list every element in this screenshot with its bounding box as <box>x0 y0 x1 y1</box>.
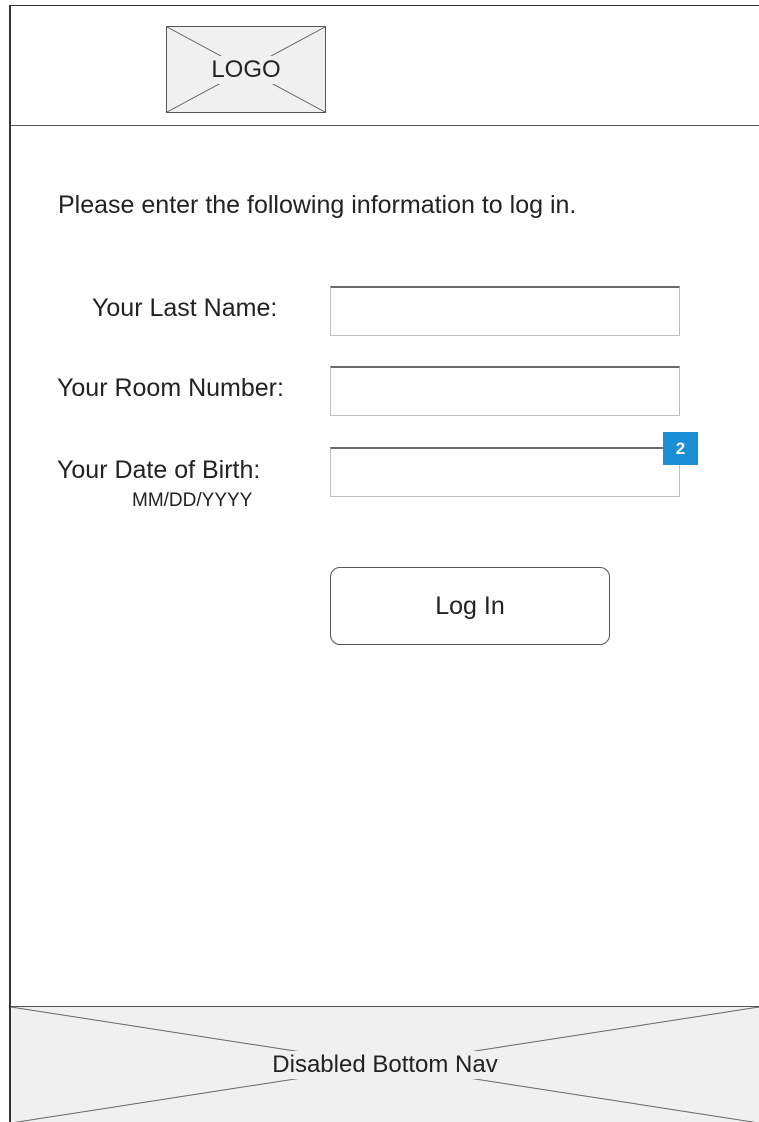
last-name-label: Your Last Name: <box>92 294 278 322</box>
room-number-label: Your Room Number: <box>57 374 284 402</box>
bottom-nav-label-wrap: Disabled Bottom Nav <box>11 1007 759 1122</box>
last-name-input[interactable] <box>330 286 680 336</box>
bottom-nav: Disabled Bottom Nav <box>11 1006 759 1122</box>
log-in-button[interactable]: Log In <box>330 567 610 645</box>
bottom-nav-label: Disabled Bottom Nav <box>268 1051 502 1079</box>
date-of-birth-input[interactable] <box>330 447 680 497</box>
date-format-hint: MM/DD/YYYY <box>132 490 253 511</box>
annotation-badge: 2 <box>663 432 698 465</box>
date-of-birth-label: Your Date of Birth: <box>57 456 261 484</box>
logo-label: LOGO <box>209 55 283 84</box>
room-number-input[interactable] <box>330 366 680 416</box>
intro-text: Please enter the following information t… <box>58 191 577 219</box>
app-frame: LOGO Please enter the following informat… <box>9 5 759 1122</box>
logo-label-wrap: LOGO <box>167 27 325 112</box>
header: LOGO <box>11 6 759 126</box>
logo-placeholder: LOGO <box>166 26 326 113</box>
